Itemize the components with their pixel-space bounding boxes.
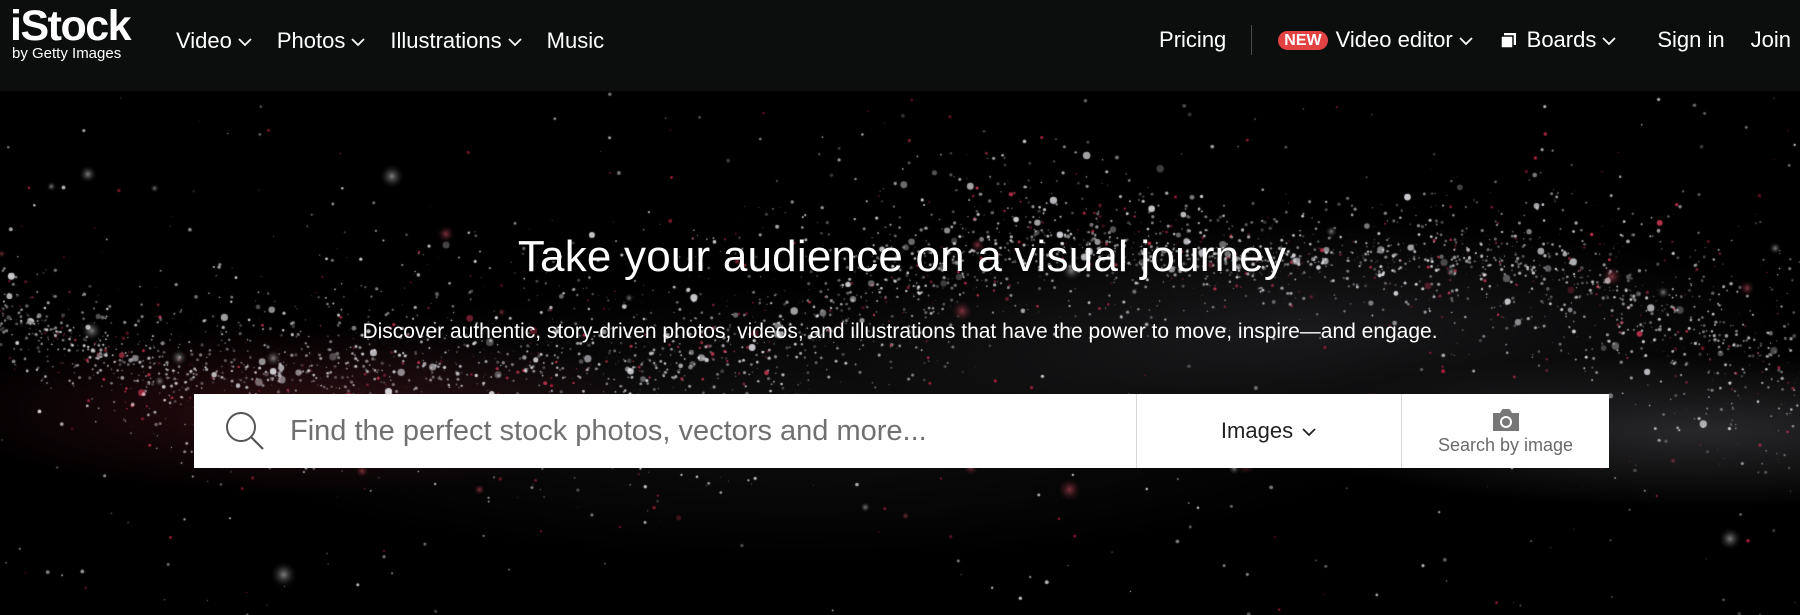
chevron-down-icon bbox=[1602, 37, 1616, 46]
pricing-link[interactable]: Pricing bbox=[1159, 27, 1226, 53]
primary-nav: Video Photos Illustrations Music bbox=[176, 0, 604, 82]
camera-icon bbox=[1492, 408, 1519, 431]
join-label: Join bbox=[1750, 27, 1791, 52]
chevron-down-icon bbox=[238, 38, 252, 47]
boards-menu[interactable]: Boards bbox=[1499, 27, 1618, 53]
search-by-image-button[interactable]: Search by image bbox=[1401, 394, 1609, 468]
particle-background bbox=[0, 91, 1800, 615]
nav-item-label: Illustrations bbox=[390, 28, 502, 53]
nav-item-video[interactable]: Video bbox=[176, 28, 253, 54]
logo-wordmark: iStock bbox=[10, 2, 132, 50]
search-button[interactable] bbox=[194, 394, 290, 468]
istock-logo[interactable]: iStock by Getty Images bbox=[10, 2, 150, 70]
secondary-nav: Pricing NEW Video editor Boards Sign in … bbox=[1159, 0, 1791, 80]
new-badge: NEW bbox=[1278, 30, 1328, 50]
chevron-down-icon bbox=[508, 38, 522, 47]
boards-icon bbox=[1499, 32, 1516, 49]
search-bar: Images Search by image bbox=[194, 394, 1609, 468]
chevron-down-icon bbox=[351, 38, 366, 47]
asset-type-dropdown[interactable]: Images bbox=[1136, 394, 1401, 468]
nav-item-label: Video bbox=[176, 28, 232, 53]
top-navigation: iStock by Getty Images Video Photos Illu… bbox=[0, 0, 1800, 91]
nav-item-photos[interactable]: Photos bbox=[277, 28, 367, 54]
hero-banner: Take your audience on a visual journey D… bbox=[0, 91, 1800, 615]
search-input[interactable] bbox=[290, 394, 1136, 468]
sign-in-label: Sign in bbox=[1657, 27, 1725, 52]
chevron-down-icon bbox=[1459, 37, 1473, 46]
hero-headline: Take your audience on a visual journey bbox=[517, 232, 1287, 281]
nav-item-illustrations[interactable]: Illustrations bbox=[390, 28, 522, 54]
nav-item-music[interactable]: Music bbox=[547, 28, 604, 54]
search-icon bbox=[226, 412, 264, 450]
pricing-label: Pricing bbox=[1159, 27, 1227, 52]
nav-divider bbox=[1251, 25, 1253, 55]
hero-subline: Discover authentic, story-driven photos,… bbox=[362, 320, 1438, 343]
join-link[interactable]: Join bbox=[1751, 27, 1791, 53]
nav-item-label: Music bbox=[546, 28, 605, 53]
boards-label: Boards bbox=[1526, 27, 1597, 52]
nav-item-label: Photos bbox=[276, 28, 346, 53]
search-by-image-label: Search by image bbox=[1437, 434, 1574, 455]
sign-in-link[interactable]: Sign in bbox=[1657, 27, 1724, 53]
asset-type-label: Images bbox=[1220, 418, 1294, 443]
chevron-down-icon bbox=[1302, 428, 1316, 437]
video-editor-label: Video editor bbox=[1335, 27, 1453, 52]
video-editor-menu[interactable]: NEW Video editor bbox=[1278, 27, 1473, 53]
